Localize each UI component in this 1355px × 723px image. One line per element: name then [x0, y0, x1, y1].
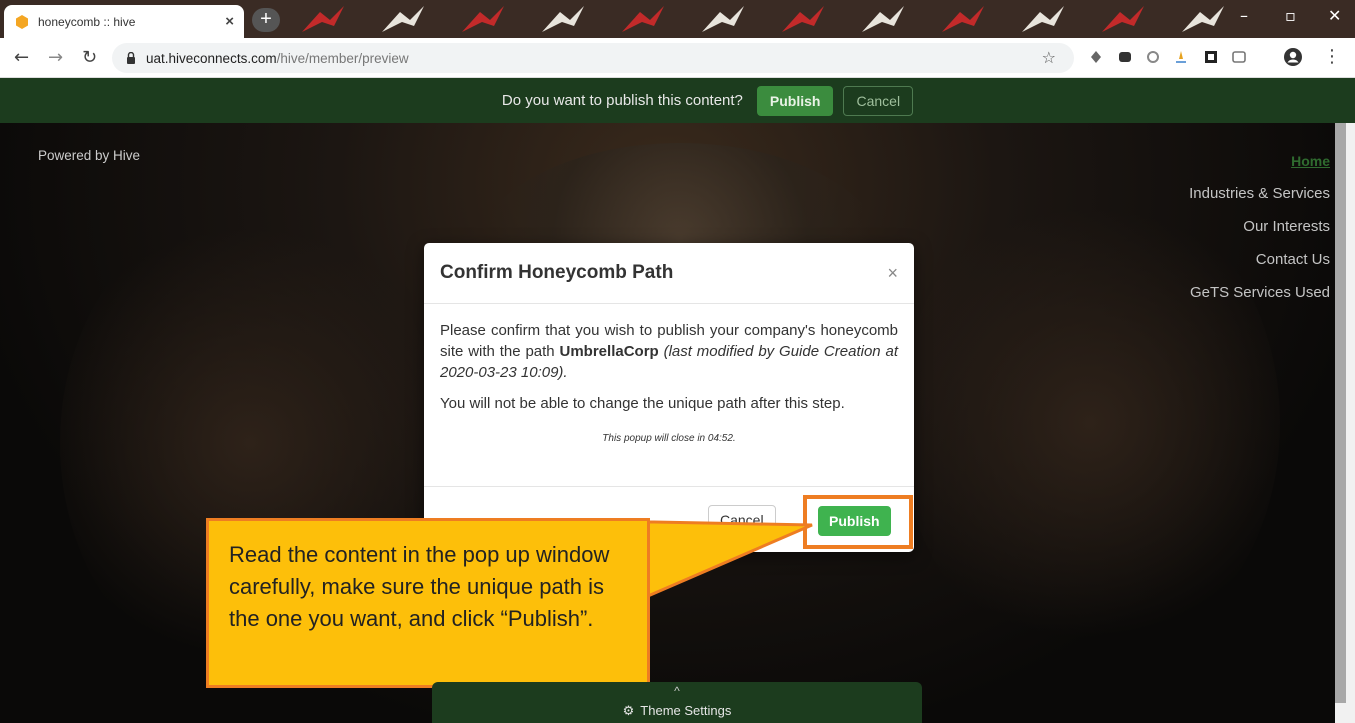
extension-icon[interactable]: [1145, 49, 1161, 65]
nav-item-home[interactable]: Home: [1189, 151, 1330, 171]
maximize-icon[interactable]: ▫: [1285, 6, 1296, 25]
publish-confirmation-bar: Do you want to publish this content? Pub…: [0, 78, 1355, 123]
publish-bar-cancel-button[interactable]: Cancel: [843, 85, 914, 116]
browser-tab-strip: honeycomb :: hive × + – ▫ ✕: [0, 0, 1355, 38]
honeycomb-favicon-icon: [16, 14, 28, 29]
countdown-text: This popup will close in 04:52.: [602, 433, 736, 444]
crane-pattern-icon: [1182, 6, 1224, 32]
modal-header: Confirm Honeycomb Path ×: [424, 243, 914, 304]
menu-dots-icon[interactable]: ⋮: [1323, 46, 1341, 67]
new-tab-button[interactable]: +: [252, 8, 280, 32]
confirm-paragraph: Please confirm that you wish to publish …: [440, 320, 898, 383]
publish-highlight-box: [803, 495, 913, 549]
crane-pattern-icon: [1102, 6, 1144, 32]
modal-body: Please confirm that you wish to publish …: [424, 304, 914, 449]
close-window-icon[interactable]: ✕: [1328, 6, 1341, 25]
site-navigation: Home Industries & Services Our Interests…: [1189, 151, 1330, 303]
reload-icon[interactable]: ↻: [82, 47, 97, 68]
crane-pattern-icon: [462, 6, 504, 32]
extension-icon[interactable]: [1117, 49, 1133, 65]
address-toolbar: ← → ↻ uat.hiveconnects.com/hive/member/p…: [0, 38, 1355, 78]
nav-item-industries[interactable]: Industries & Services: [1189, 184, 1330, 204]
tab-title: honeycomb :: hive: [38, 14, 136, 29]
gear-icon: ⚙: [622, 704, 635, 719]
path-name: UmbrellaCorp: [559, 343, 659, 360]
url-input[interactable]: uat.hiveconnects.com/hive/member/preview…: [112, 43, 1074, 73]
chevron-up-icon[interactable]: ^: [432, 682, 922, 697]
scrollbar-thumb[interactable]: [1335, 123, 1346, 703]
crane-pattern-icon: [782, 6, 824, 32]
publish-question: Do you want to publish this content?: [501, 92, 743, 109]
profile-icon[interactable]: [1283, 47, 1303, 67]
lock-icon: [127, 52, 135, 64]
extension-icon[interactable]: [1173, 49, 1189, 65]
crane-pattern-icon: [702, 6, 744, 32]
crane-pattern-icon: [1022, 6, 1064, 32]
back-arrow-icon[interactable]: ←: [14, 47, 29, 68]
crane-pattern-icon: [542, 6, 584, 32]
url-host: uat.hiveconnects.com: [146, 50, 277, 66]
tab-close-icon[interactable]: ×: [225, 13, 234, 30]
warning-text: You will not be able to change the uniqu…: [440, 395, 845, 412]
modal-cancel-button[interactable]: Cancel: [708, 505, 776, 535]
theme-settings-label: Theme Settings: [640, 703, 732, 718]
extension-icon[interactable]: [1088, 49, 1104, 65]
browser-tab[interactable]: honeycomb :: hive ×: [4, 5, 244, 38]
nav-item-gets-services[interactable]: GeTS Services Used: [1189, 283, 1330, 303]
publish-bar-button[interactable]: Publish: [756, 85, 834, 116]
url-path: /hive/member/preview: [276, 50, 409, 66]
extension-icon[interactable]: [1203, 49, 1219, 65]
powered-by-text: Powered by Hive: [38, 148, 141, 163]
star-icon[interactable]: ☆: [1042, 48, 1056, 67]
crane-pattern-icon: [622, 6, 664, 32]
extension-icon[interactable]: [1231, 49, 1247, 65]
nav-item-contact[interactable]: Contact Us: [1189, 250, 1330, 270]
minimize-icon[interactable]: –: [1240, 6, 1248, 25]
page-scrollbar[interactable]: [1335, 123, 1355, 723]
nav-item-interests[interactable]: Our Interests: [1189, 217, 1330, 237]
modal-title: Confirm Honeycomb Path: [440, 262, 674, 283]
forward-arrow-icon[interactable]: →: [48, 47, 63, 68]
crane-pattern-icon: [862, 6, 904, 32]
instruction-callout: Read the content in the pop up window ca…: [206, 518, 650, 688]
theme-settings-bar[interactable]: ^ ⚙ Theme Settings: [432, 682, 922, 723]
crane-pattern-icon: [302, 6, 344, 32]
crane-pattern-icon: [942, 6, 984, 32]
close-icon[interactable]: ×: [887, 263, 898, 284]
crane-pattern-icon: [382, 6, 424, 32]
